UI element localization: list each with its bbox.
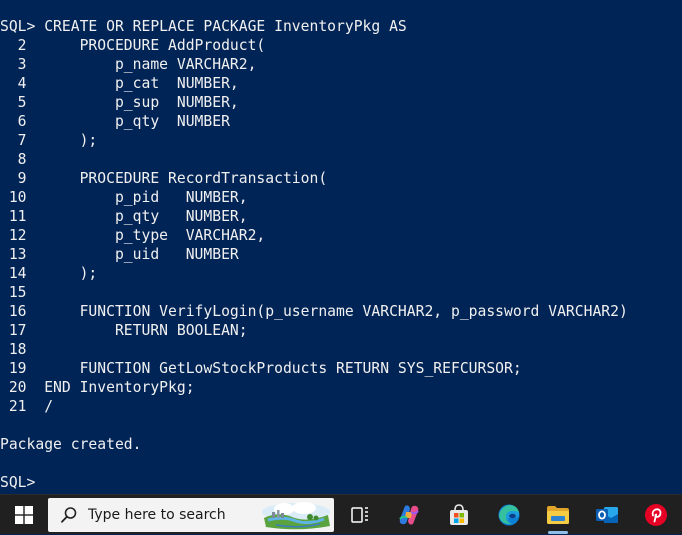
microsoft-store-icon (450, 504, 468, 525)
terminal-line: 5 p_sup NUMBER, (0, 94, 239, 111)
terminal-line: 11 p_qty NUMBER, (0, 208, 248, 225)
sqlplus-terminal[interactable]: SQL> CREATE OR REPLACE PACKAGE Inventory… (0, 0, 682, 494)
terminal-line: 2 PROCEDURE AddProduct( (0, 37, 266, 54)
terminal-line: 18 (0, 341, 27, 358)
task-view-icon (351, 507, 368, 523)
search-highlight-landscape-icon (262, 502, 330, 530)
terminal-line: 8 (0, 151, 27, 168)
terminal-line: 7 ); (0, 132, 98, 149)
search-icon (61, 507, 77, 523)
task-view-button[interactable] (340, 495, 380, 535)
outlook-button[interactable] (587, 495, 627, 535)
terminal-line: 13 p_uid NUMBER (0, 246, 239, 263)
start-button[interactable] (0, 495, 48, 535)
terminal-output-line: Package created. (0, 436, 142, 453)
microsoft-store-button[interactable] (439, 495, 479, 535)
terminal-line: 17 RETURN BOOLEAN; (0, 322, 248, 339)
sql-prompt[interactable]: SQL> (0, 473, 35, 492)
edge-icon (498, 504, 520, 526)
edge-button[interactable] (489, 495, 529, 535)
terminal-line: 9 PROCEDURE RecordTransaction( (0, 170, 328, 187)
terminal-line: 6 p_qty NUMBER (0, 113, 230, 130)
terminal-line: SQL> CREATE OR REPLACE PACKAGE Inventory… (0, 18, 407, 35)
terminal-line: 15 (0, 284, 27, 301)
outlook-icon (596, 507, 618, 523)
pinterest-button[interactable] (636, 495, 676, 535)
terminal-line: 10 p_pid NUMBER, (0, 189, 248, 206)
copilot-button[interactable] (389, 495, 429, 535)
file-explorer-icon (547, 506, 569, 524)
terminal-line: 3 p_name VARCHAR2, (0, 56, 257, 73)
terminal-line: 21 / (0, 398, 54, 415)
pinterest-icon (645, 504, 667, 526)
search-placeholder: Type here to search (88, 507, 226, 523)
windows-start-icon (15, 506, 33, 524)
taskbar: Type here to search (0, 494, 682, 534)
terminal-line: 16 FUNCTION VerifyLogin(p_username VARCH… (0, 303, 628, 320)
taskbar-search-box[interactable]: Type here to search (48, 498, 334, 532)
terminal-line: 20 END InventoryPkg; (0, 379, 195, 396)
terminal-line: 19 FUNCTION GetLowStockProducts RETURN S… (0, 360, 522, 377)
terminal-line: 14 ); (0, 265, 98, 282)
file-explorer-button[interactable] (538, 495, 578, 535)
terminal-line: 4 p_cat NUMBER, (0, 75, 239, 92)
copilot-icon (399, 505, 419, 525)
terminal-line: 12 p_type VARCHAR2, (0, 227, 266, 244)
